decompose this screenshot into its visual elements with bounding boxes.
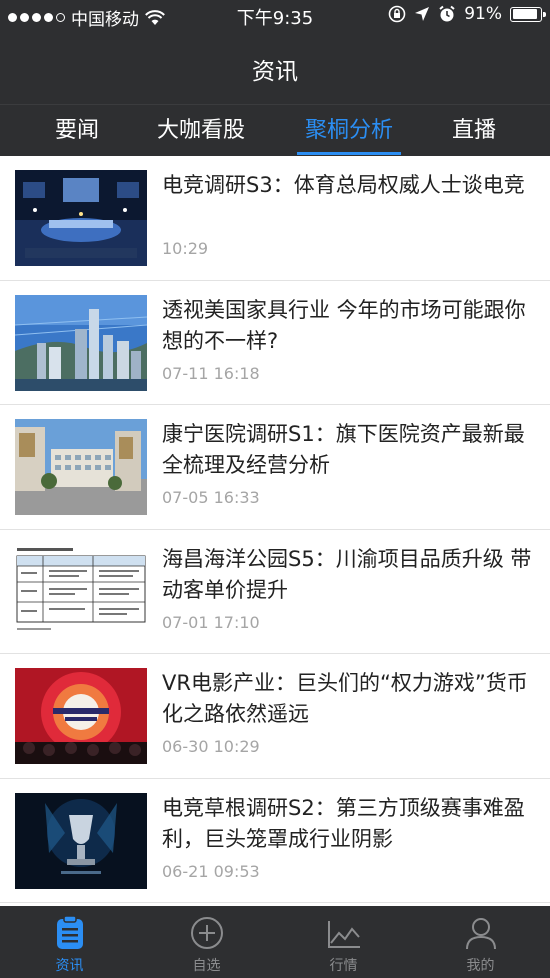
battery-percent: 91% xyxy=(464,4,502,24)
navigation-bar: 资讯 xyxy=(0,30,550,104)
page-title: 资讯 xyxy=(252,59,298,85)
news-time: 07-11 16:18 xyxy=(162,363,260,383)
tab-yaowen[interactable]: 要闻 xyxy=(35,105,119,157)
bottom-tab-bar: 资讯 自选 行情 我的 xyxy=(0,906,550,978)
bottom-tab-market[interactable]: 行情 xyxy=(275,906,412,978)
bottom-tab-profile[interactable]: 我的 xyxy=(412,906,549,978)
tab-dakakangu[interactable]: 大咖看股 xyxy=(150,105,252,157)
table-document-thumbnail xyxy=(15,543,147,640)
news-item[interactable]: VR电影产业：巨头们的“权力游戏”货币化之路依然遥远 06-30 10:29 xyxy=(0,654,550,779)
news-title: 海昌海洋公园S5：川渝项目品质升级 带动客单价提升 xyxy=(162,546,532,602)
news-list: 电竞调研S3：体育总局权威人士谈电竞 10:29 透视美国家具行业 今年的市场可… xyxy=(0,156,550,903)
hospital-building-thumbnail xyxy=(15,419,147,515)
plus-circle-icon xyxy=(190,917,223,949)
news-item[interactable]: 海昌海洋公园S5：川渝项目品质升级 带动客单价提升 07-01 17:10 xyxy=(0,529,550,654)
news-title: VR电影产业：巨头们的“权力游戏”货币化之路依然遥远 xyxy=(162,671,528,726)
location-arrow-icon xyxy=(415,7,430,21)
bottom-tab-news[interactable]: 资讯 xyxy=(1,906,138,978)
bottom-tab-label: 自选 xyxy=(192,958,221,974)
rotation-lock-icon xyxy=(388,5,406,23)
alarm-clock-icon xyxy=(439,5,455,22)
battery-icon xyxy=(510,6,546,22)
news-clipboard-icon xyxy=(56,915,83,949)
news-title: 康宁医院调研S1：旗下医院资产最新最全梳理及经营分析 xyxy=(162,422,525,477)
bottom-tab-label: 行情 xyxy=(329,958,358,974)
trophy-thumbnail xyxy=(15,792,147,889)
news-title: 电竞调研S3：体育总局权威人士谈电竞 xyxy=(162,173,525,197)
news-time: 07-05 16:33 xyxy=(162,488,260,507)
status-bar: 中国移动 下午9:35 91% xyxy=(0,0,550,30)
news-time: 06-30 10:29 xyxy=(162,737,260,756)
news-title: 电竞草根调研S2：第三方顶级赛事难盈利，巨头笼罩成行业阴影 xyxy=(162,795,525,851)
news-item[interactable]: 电竞草根调研S2：第三方顶级赛事难盈利，巨头笼罩成行业阴影 06-21 09:5… xyxy=(0,778,550,903)
esports-arena-thumbnail xyxy=(15,170,147,266)
chart-line-icon xyxy=(327,921,360,948)
news-time: 06-21 09:53 xyxy=(162,861,260,881)
news-item[interactable]: 康宁医院调研S1：旗下医院资产最新最全梳理及经营分析 07-05 16:33 xyxy=(0,405,550,530)
tab-jutongfenxi[interactable]: 聚桐分析 xyxy=(297,105,401,157)
bottom-tab-label: 我的 xyxy=(466,958,495,974)
category-tabs: 要闻 大咖看股 聚桐分析 直播 xyxy=(0,104,550,156)
city-skyline-thumbnail xyxy=(15,294,147,391)
bottom-tab-watchlist[interactable]: 自选 xyxy=(138,906,275,978)
news-item[interactable]: 电竞调研S3：体育总局权威人士谈电竞 10:29 xyxy=(0,156,550,281)
news-item[interactable]: 透视美国家具行业 今年的市场可能跟你想的不一样? 07-11 16:18 xyxy=(0,280,550,405)
news-title: 透视美国家具行业 今年的市场可能跟你想的不一样? xyxy=(162,297,526,353)
status-right: 91% xyxy=(388,4,546,24)
bottom-tab-label: 资讯 xyxy=(55,958,84,974)
user-profile-icon xyxy=(465,918,496,950)
tab-zhibo[interactable]: 直播 xyxy=(432,105,516,157)
news-time: 07-01 17:10 xyxy=(162,612,260,632)
news-time: 10:29 xyxy=(162,239,209,258)
vr-conference-thumbnail xyxy=(15,668,147,764)
